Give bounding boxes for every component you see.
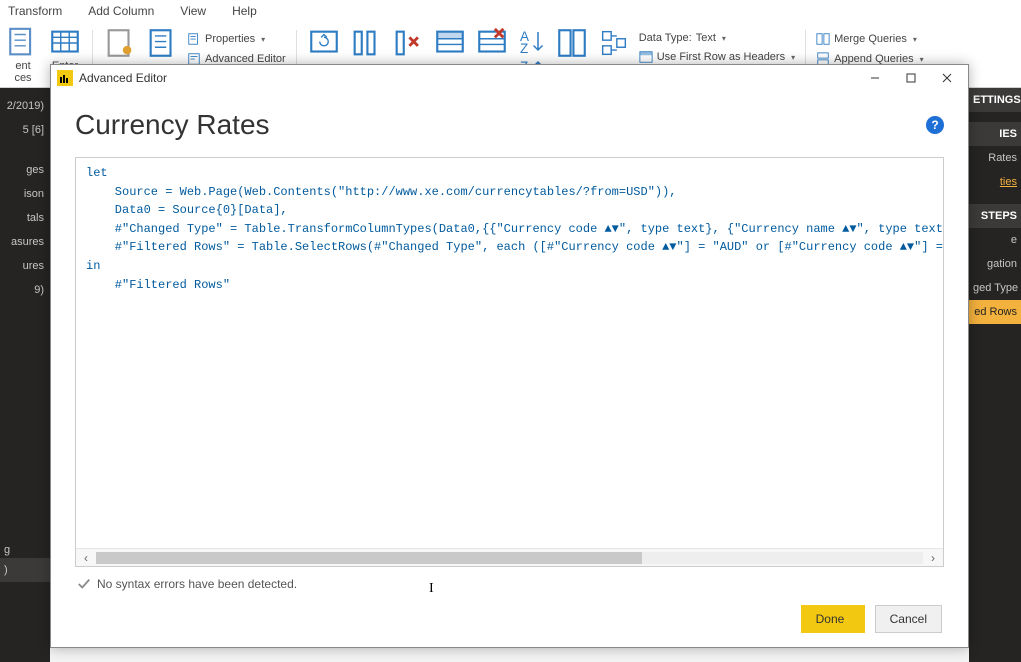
ribbon-group-by[interactable] xyxy=(593,26,635,60)
refresh-icon xyxy=(307,26,341,60)
menu-transform[interactable]: Transform xyxy=(8,4,62,18)
left-count: 5 [6] xyxy=(0,118,50,142)
page-list-icon xyxy=(145,26,179,60)
recent-sources-icon xyxy=(6,26,40,60)
left-item[interactable]: asures xyxy=(0,230,50,254)
applied-step[interactable]: gation xyxy=(969,252,1021,276)
applied-step[interactable]: e xyxy=(969,228,1021,252)
menu-add-column[interactable]: Add Column xyxy=(88,4,154,18)
chevron-down-icon: ▾ xyxy=(722,34,726,43)
applied-step-selected[interactable]: ed Rows xyxy=(969,300,1021,324)
chevron-down-icon: ▾ xyxy=(913,35,917,44)
properties-icon xyxy=(187,32,201,46)
ribbon-choose-cols[interactable] xyxy=(345,26,387,60)
close-button[interactable] xyxy=(932,67,962,89)
table-icon xyxy=(48,26,82,60)
properties-header: IES xyxy=(969,122,1021,146)
ribbon-remove-rows[interactable] xyxy=(471,26,513,60)
remove-columns-icon xyxy=(391,26,425,60)
chevron-down-icon: ▾ xyxy=(791,53,795,62)
maximize-button[interactable] xyxy=(896,67,926,89)
menu-help[interactable]: Help xyxy=(232,4,257,18)
ribbon-refresh[interactable] xyxy=(303,26,345,60)
query-settings-panel: ETTINGS IES Rates ties STEPS e gation ge… xyxy=(969,88,1021,662)
maximize-icon xyxy=(906,73,916,83)
sort-asc-icon: AZ xyxy=(517,26,547,56)
code-editor-container: let Source = Web.Page(Web.Contents("http… xyxy=(75,157,944,567)
query-name: Rates xyxy=(969,146,1021,170)
dialog-title: Currency Rates xyxy=(75,109,270,141)
ribbon-merge-queries[interactable]: Merge Queries ▾ xyxy=(812,30,928,48)
left-item[interactable]: 9) xyxy=(0,278,50,302)
ribbon-recent-sources[interactable]: ent ces xyxy=(2,26,44,84)
all-properties-link[interactable]: ties xyxy=(969,170,1021,194)
close-icon xyxy=(942,73,952,83)
advanced-editor-dialog: Advanced Editor Currency Rates ? let Sou… xyxy=(50,64,969,648)
minimize-button[interactable] xyxy=(860,67,890,89)
group-by-icon xyxy=(597,26,631,60)
svg-text:Z: Z xyxy=(520,41,528,56)
chevron-down-icon: ▾ xyxy=(920,55,924,64)
queries-panel: 2/2019) 5 [6] ges ison tals asures ures … xyxy=(0,88,50,662)
cancel-button[interactable]: Cancel xyxy=(875,605,942,633)
ribbon-properties[interactable]: Properties ▾ xyxy=(183,30,290,48)
check-icon xyxy=(77,577,91,591)
applied-steps-header: STEPS xyxy=(969,204,1021,228)
split-column-icon xyxy=(555,26,589,60)
scroll-thumb[interactable] xyxy=(96,552,642,564)
scroll-right-icon[interactable]: › xyxy=(923,551,943,565)
keep-rows-icon xyxy=(433,26,467,60)
settings-header: ETTINGS xyxy=(969,88,1021,112)
menu-bar: Transform Add Column View Help xyxy=(0,0,1021,22)
left-date: 2/2019) xyxy=(0,94,50,118)
chevron-down-icon: ▾ xyxy=(261,35,265,44)
app-icon xyxy=(57,70,73,86)
titlebar: Advanced Editor xyxy=(51,65,968,91)
first-row-headers-icon xyxy=(639,50,653,64)
done-button[interactable]: Done xyxy=(801,605,865,633)
ribbon-remove-cols[interactable] xyxy=(387,26,429,60)
scroll-left-icon[interactable]: ‹ xyxy=(76,551,96,565)
syntax-status: No syntax errors have been detected. xyxy=(75,567,944,591)
choose-columns-icon xyxy=(349,26,383,60)
ribbon-keep-rows[interactable] xyxy=(429,26,471,60)
ribbon-data-type[interactable]: Data Type: Text ▾ xyxy=(635,30,799,46)
menu-view[interactable]: View xyxy=(180,4,206,18)
left-item[interactable]: ges xyxy=(0,158,50,182)
help-icon[interactable]: ? xyxy=(926,116,944,134)
applied-step[interactable]: ged Type xyxy=(969,276,1021,300)
left-item[interactable]: ison xyxy=(0,182,50,206)
window-title: Advanced Editor xyxy=(79,71,167,85)
remove-rows-icon xyxy=(475,26,509,60)
minimize-icon xyxy=(870,73,880,83)
scroll-track[interactable] xyxy=(96,552,923,564)
left-item[interactable]: tals xyxy=(0,206,50,230)
code-editor[interactable]: let Source = Web.Page(Web.Contents("http… xyxy=(76,158,943,548)
text-caret-icon: I xyxy=(429,581,430,595)
left-item[interactable]: ures xyxy=(0,254,50,278)
page-icon xyxy=(103,26,137,60)
merge-queries-icon xyxy=(816,32,830,46)
ribbon-split[interactable] xyxy=(551,26,593,60)
horizontal-scrollbar[interactable]: ‹ › xyxy=(76,548,943,566)
